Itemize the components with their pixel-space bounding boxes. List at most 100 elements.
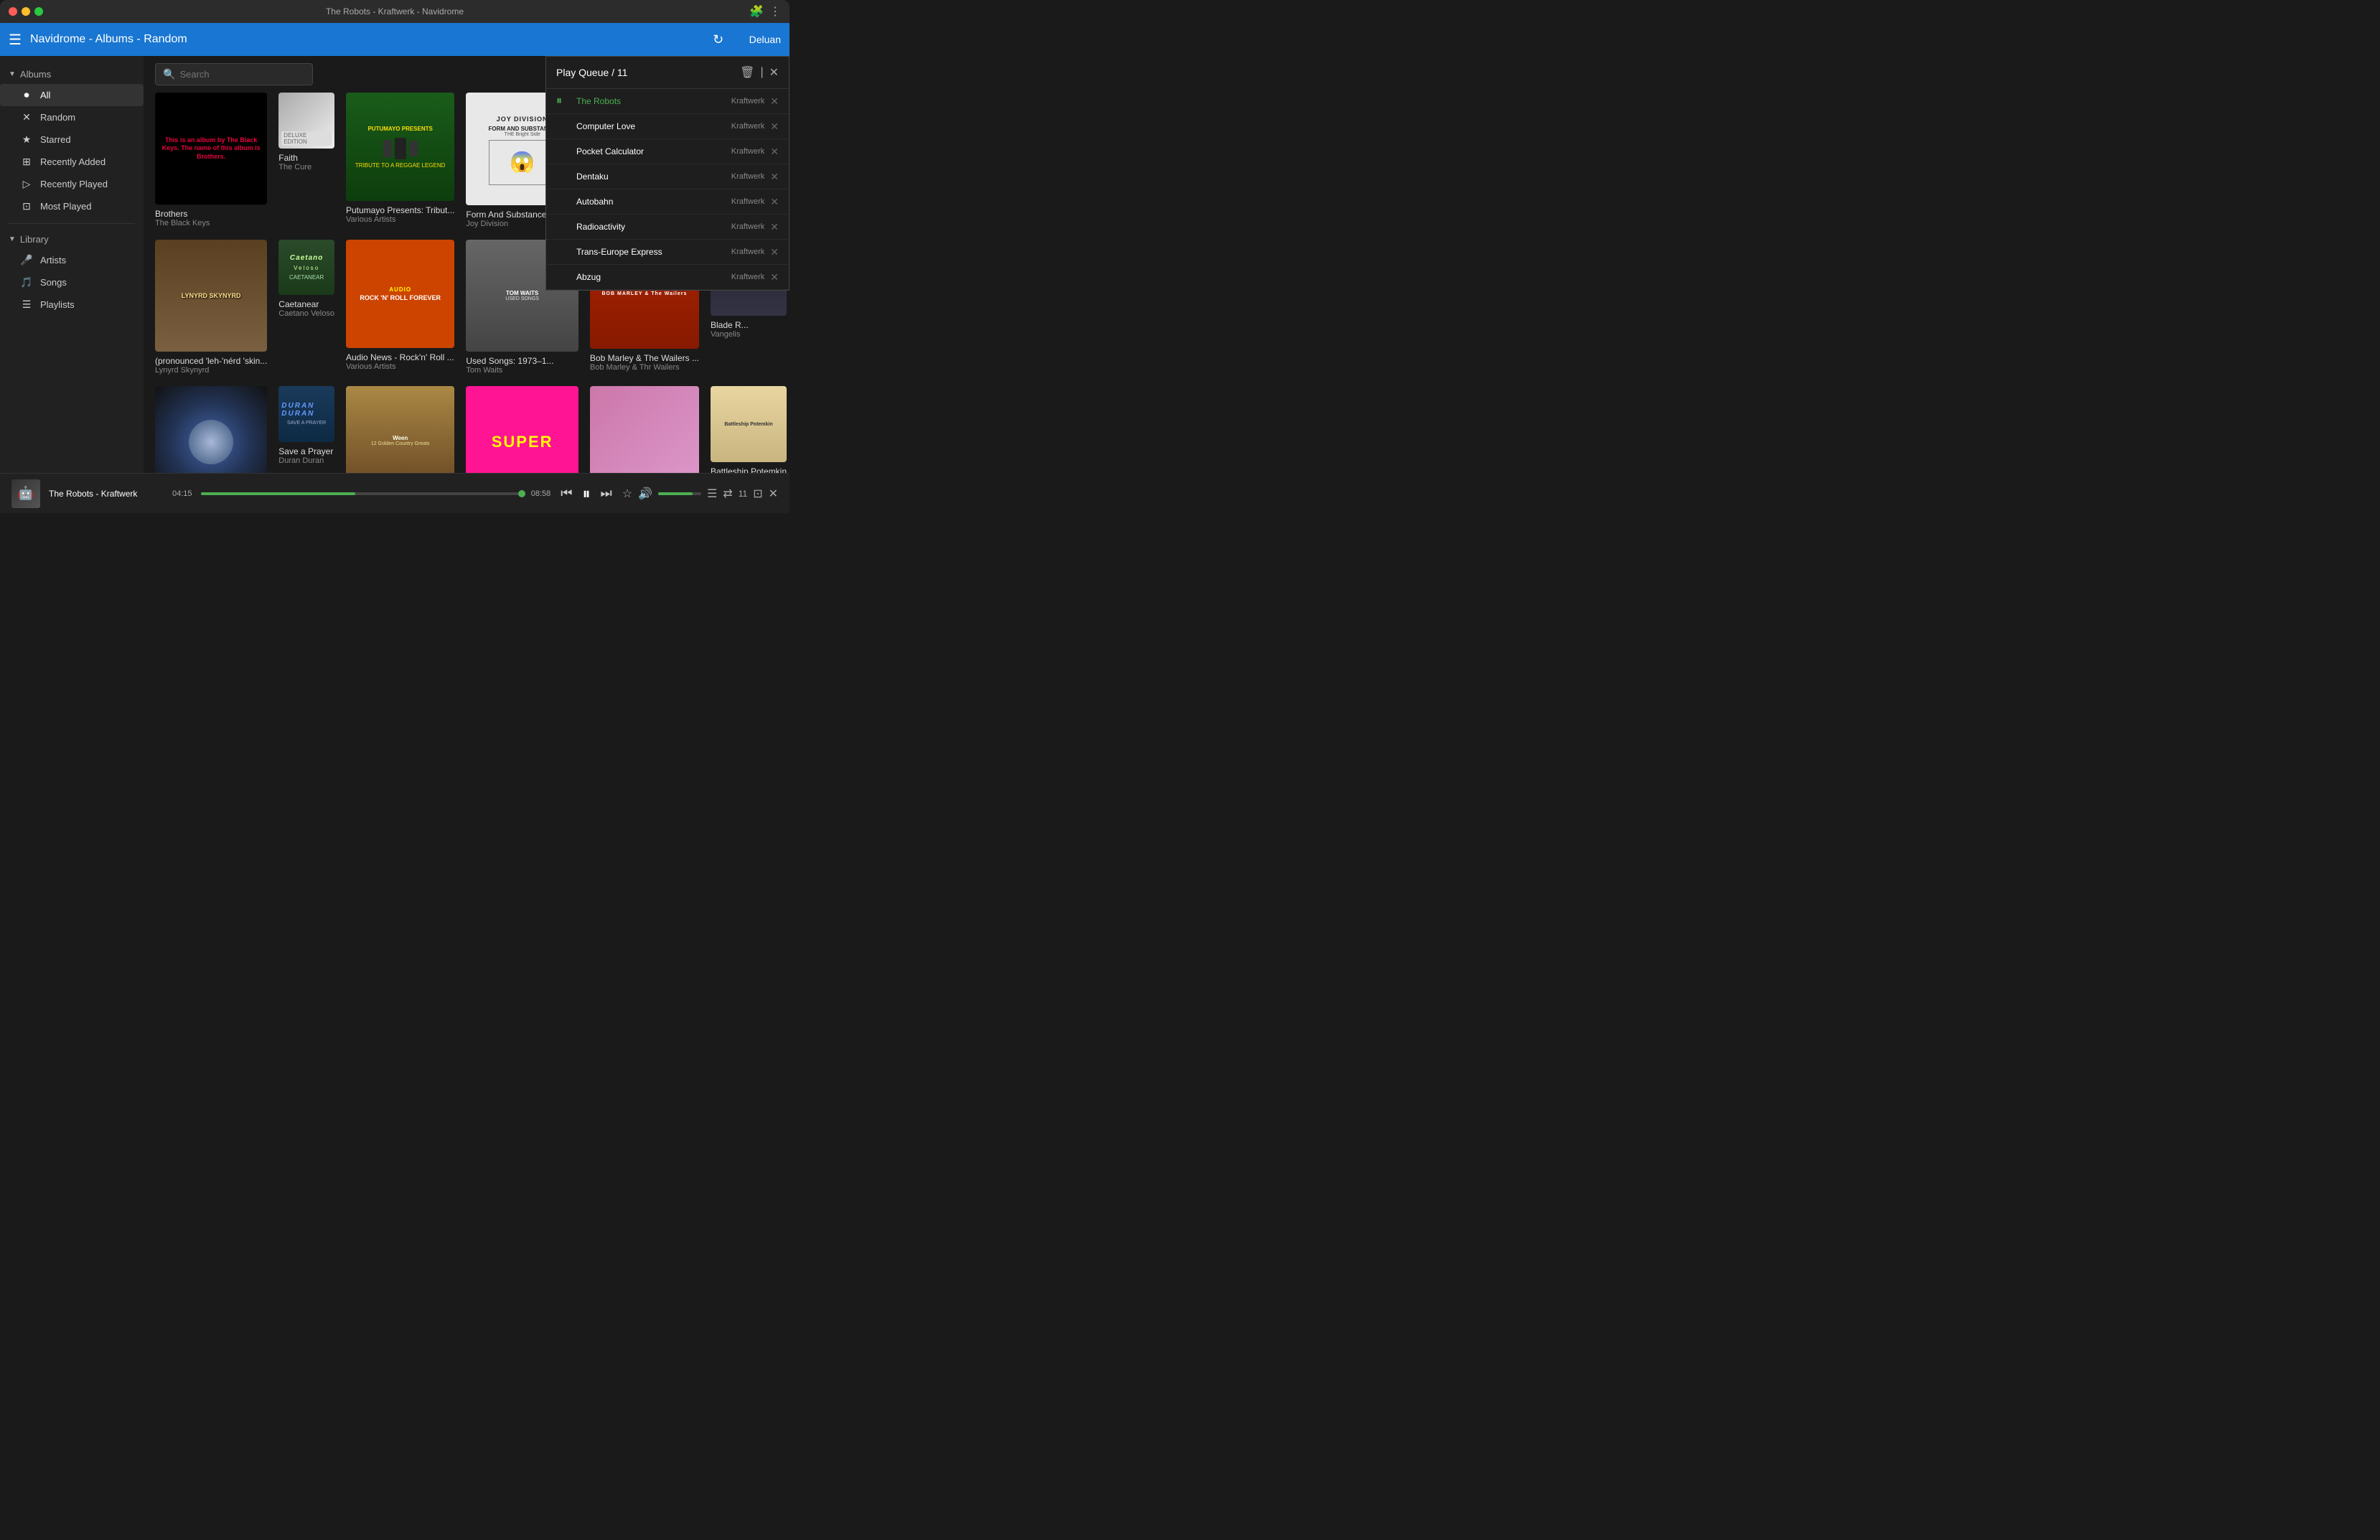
album-artist-save: Duran Duran (278, 456, 334, 465)
album-cover-putumayo: PUTUMAYO PRESENTS TRIBUTE TO A REGGAE LE… (346, 93, 454, 201)
queue-item-radioactivity[interactable]: ⏵ Radioactivity Kraftwerk ✕ (546, 215, 789, 240)
remove-queue-item-button-6[interactable]: ✕ (770, 221, 779, 233)
search-box[interactable]: 🔍 (155, 63, 313, 85)
play-placeholder-icon: ⏵ (556, 120, 571, 133)
appbar-actions: ↻ 👤 Deluan (713, 32, 781, 47)
album-cover-raspberry (590, 386, 699, 473)
album-card-audio[interactable]: AUDIO ROCK 'N' ROLL FOREVER Audio News -… (346, 240, 454, 375)
queue-track-artist-8: Kraftwerk (726, 273, 764, 281)
play-queue-panel: Play Queue / 11 🗑 | ✕ ⏸ The Robots Kraft… (545, 56, 790, 291)
most-played-icon: ⊡ (20, 200, 33, 212)
divider-icon: | (760, 66, 763, 79)
username-label: Deluan (749, 34, 781, 45)
queue-item-left-4: ⏵ Dentaku (556, 170, 726, 183)
sidebar-item-recently-added[interactable]: ⊞ Recently Added (0, 151, 144, 173)
queue-count: 11 (739, 489, 747, 499)
player-time-total: 08:58 (531, 489, 551, 498)
album-cover-golden: Ween 12 Golden Country Greats (346, 386, 454, 473)
menu-dots-icon[interactable]: ⋮ (769, 4, 781, 19)
queue-track-title-3: Pocket Calculator (576, 146, 644, 156)
player-progress-bar[interactable] (201, 492, 523, 495)
queue-list-button[interactable]: ☰ (707, 487, 717, 501)
queue-track-title-8: Abzug (576, 272, 601, 282)
playlists-icon: ☰ (20, 299, 33, 311)
remove-queue-item-button-2[interactable]: ✕ (770, 121, 779, 133)
pause-icon: ⏸ (556, 95, 571, 108)
queue-item-abzug[interactable]: ⏵ Abzug Kraftwerk ✕ (546, 265, 789, 290)
remove-queue-item-button-8[interactable]: ✕ (770, 271, 779, 283)
close-player-button[interactable]: ✕ (769, 487, 778, 501)
album-artist-lynyrd: Lynyrd Skynyrd (155, 366, 267, 375)
queue-track-artist-5: Kraftwerk (726, 197, 764, 206)
delete-queue-button[interactable]: 🗑 (740, 65, 754, 80)
sidebar-item-artists[interactable]: 🎤 Artists (0, 249, 144, 271)
queue-item-transeurope[interactable]: ⏵ Trans-Europe Express Kraftwerk ✕ (546, 240, 789, 265)
remove-queue-item-button-3[interactable]: ✕ (770, 146, 779, 158)
pause-button[interactable]: ⏸ (581, 483, 591, 504)
album-card-brothers[interactable]: This is an album by The Black Keys. The … (155, 93, 267, 228)
puzzle-icon[interactable]: 🧩 (749, 4, 764, 19)
player-controls: ⏮ ⏸ ⏭ (559, 483, 613, 504)
player-info: The Robots - Kraftwerk (49, 489, 164, 499)
queue-item-left: ⏸ The Robots (556, 95, 726, 108)
album-card-battleship[interactable]: Battleship Potemkin Battleship Potemkin (711, 386, 787, 473)
all-icon: ⏺ (20, 89, 33, 101)
sidebar-recently-played-label: Recently Played (40, 179, 108, 189)
sidebar-item-recently-played[interactable]: ▷ Recently Played (0, 173, 144, 195)
previous-button[interactable]: ⏮ (559, 484, 573, 502)
appbar-title: Navidrome - Albums - Random (30, 33, 704, 46)
sidebar-starred-label: Starred (40, 134, 71, 145)
next-button[interactable]: ⏭ (599, 484, 614, 502)
miniplayer-button[interactable]: ⊡ (753, 487, 762, 501)
remove-queue-item-button-5[interactable]: ✕ (770, 196, 779, 208)
play-queue-actions: 🗑 | ✕ (740, 65, 779, 80)
album-card-save[interactable]: DURAN DURAN SAVE A PRAYER Save a Prayer … (278, 386, 334, 473)
queue-item-autobahn[interactable]: ⏵ Autobahn Kraftwerk ✕ (546, 189, 789, 215)
window-title: The Robots - Kraftwerk - Navidrome (326, 6, 464, 17)
library-header[interactable]: ▼ Library (0, 230, 144, 249)
sidebar-item-all[interactable]: ⏺ All (0, 84, 144, 106)
user-menu-button[interactable]: 👤 Deluan (732, 34, 781, 46)
remove-queue-item-button[interactable]: ✕ (770, 95, 779, 108)
sidebar-item-random[interactable]: ✕ Random (0, 106, 144, 128)
volume-button[interactable]: 🔊 (638, 487, 652, 501)
queue-item-computer-love[interactable]: ⏵ Computer Love Kraftwerk ✕ (546, 114, 789, 139)
refresh-button[interactable]: ↻ (713, 32, 723, 47)
sidebar-item-most-played[interactable]: ⊡ Most Played (0, 195, 144, 217)
queue-item-dentaku[interactable]: ⏵ Dentaku Kraftwerk ✕ (546, 164, 789, 189)
album-card-raspberry[interactable]: Raspberry Beret Prince (590, 386, 699, 473)
volume-slider[interactable] (658, 492, 701, 495)
sidebar-item-songs[interactable]: 🎵 Songs (0, 271, 144, 294)
titlebar: The Robots - Kraftwerk - Navidrome 🧩 ⋮ (0, 0, 790, 23)
sidebar-item-starred[interactable]: ★ Starred (0, 128, 144, 151)
queue-item-robots[interactable]: ⏸ The Robots Kraftwerk ✕ (546, 89, 789, 114)
album-card-faith[interactable]: DELUXE EDITION Faith The Cure (278, 93, 334, 228)
album-card-putumayo[interactable]: PUTUMAYO PRESENTS TRIBUTE TO A REGGAE LE… (346, 93, 454, 228)
library-section: ▼ Library 🎤 Artists 🎵 Songs ☰ Playlists (0, 227, 144, 319)
albums-header[interactable]: ▼ Albums (0, 65, 144, 84)
album-card-obscured[interactable]: Obscured By Clouds Pink Floyd (155, 386, 267, 473)
maximize-button[interactable] (34, 7, 43, 16)
remove-queue-item-button-4[interactable]: ✕ (770, 171, 779, 183)
close-button[interactable] (9, 7, 17, 16)
queue-track-title-4: Dentaku (576, 172, 609, 182)
shuffle-button[interactable]: ⇄ (723, 487, 732, 501)
album-card-lynyrd[interactable]: LYNYRD SKYNYRD (pronounced 'leh-'nérd 's… (155, 240, 267, 375)
queue-item-pocket[interactable]: ⏵ Pocket Calculator Kraftwerk ✕ (546, 139, 789, 164)
close-queue-button[interactable]: ✕ (769, 65, 779, 80)
hamburger-menu-button[interactable]: ☰ (9, 31, 22, 49)
play-queue-header: Play Queue / 11 🗑 | ✕ (546, 57, 789, 89)
album-card-super[interactable]: SUPER Super Pet Shop Boys (466, 386, 578, 473)
sidebar-most-played-label: Most Played (40, 201, 92, 212)
sidebar-item-playlists[interactable]: ☰ Playlists (0, 294, 144, 316)
album-artist-putumayo: Various Artists (346, 215, 454, 224)
remove-queue-item-button-7[interactable]: ✕ (770, 246, 779, 258)
star-button[interactable]: ☆ (622, 487, 632, 501)
queue-track-title: The Robots (576, 96, 621, 106)
album-card-golden[interactable]: Ween 12 Golden Country Greats 12 Golden … (346, 386, 454, 473)
album-artist-faith: The Cure (278, 163, 334, 172)
search-input[interactable] (179, 69, 305, 80)
queue-track-title-5: Autobahn (576, 197, 613, 207)
minimize-button[interactable] (22, 7, 30, 16)
album-card-caetano[interactable]: Caetano Veloso CAETANEAR Caetanear Caeta… (278, 240, 334, 375)
